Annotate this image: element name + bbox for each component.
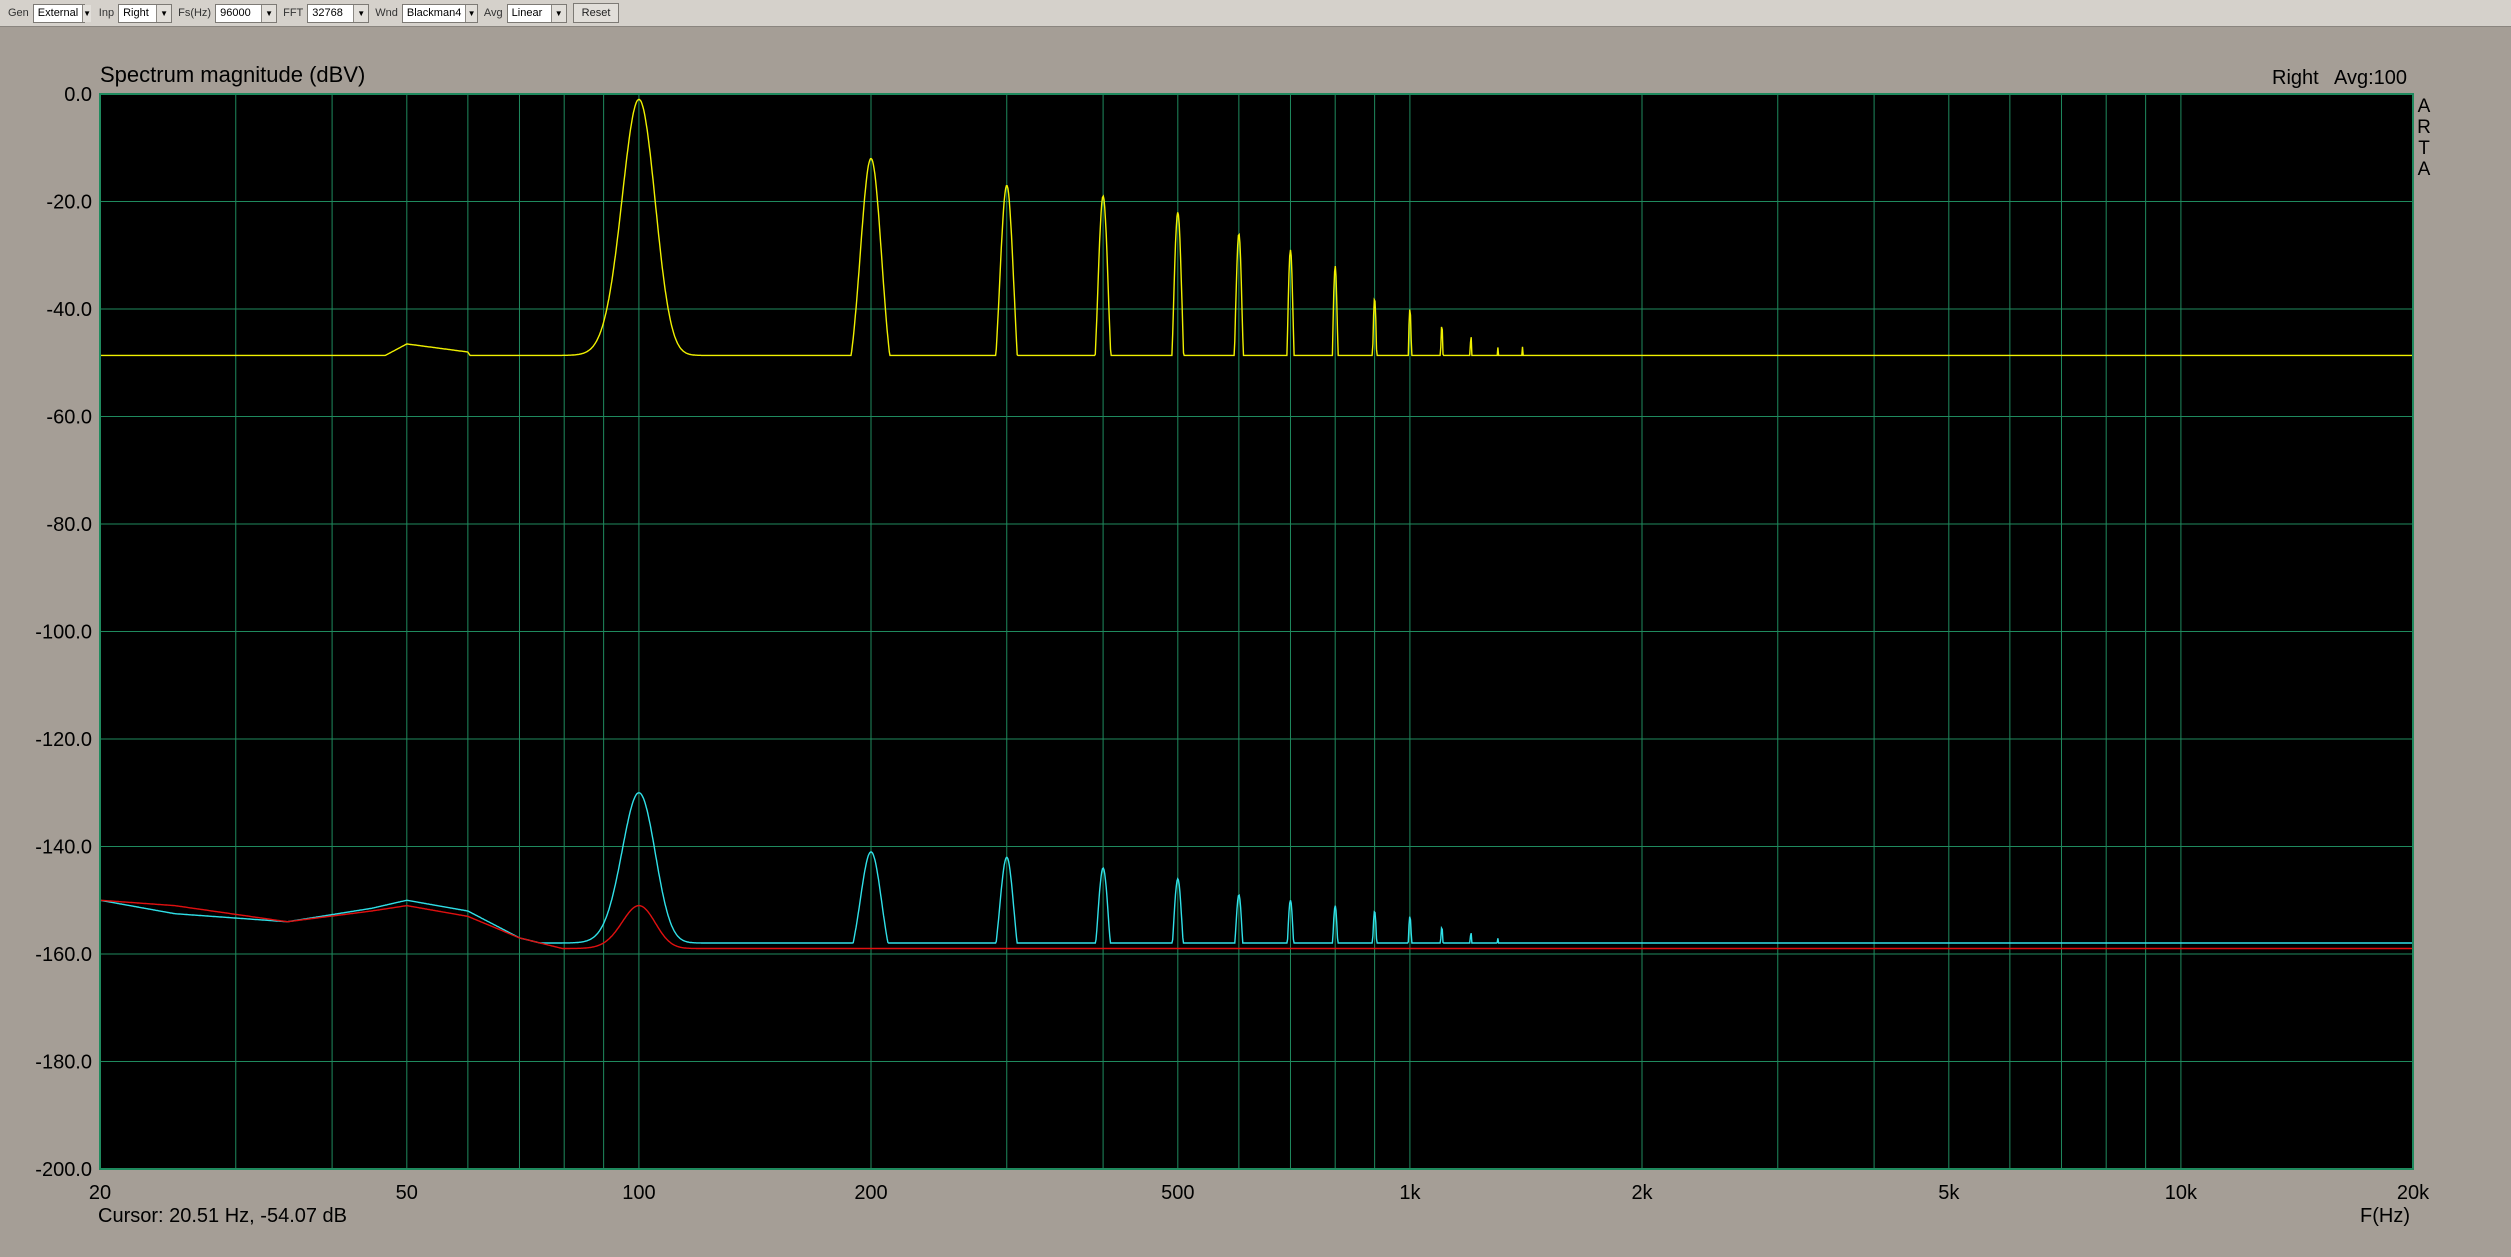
brand-letter-t: T bbox=[2418, 138, 2430, 159]
x-tick-label: 50 bbox=[396, 1182, 418, 1204]
x-tick-label: 5k bbox=[1938, 1182, 1960, 1204]
x-tick-label: 20 bbox=[89, 1182, 111, 1204]
x-tick-label: 1k bbox=[1399, 1182, 1421, 1204]
y-tick-label: -120.0 bbox=[35, 729, 92, 751]
y-tick-label: -160.0 bbox=[35, 944, 92, 966]
x-tick-label: 200 bbox=[854, 1182, 887, 1204]
x-tick-label: 10k bbox=[2165, 1182, 2198, 1204]
x-axis-label: F(Hz) bbox=[2360, 1205, 2410, 1227]
y-tick-label: -180.0 bbox=[35, 1052, 92, 1074]
y-tick-label: 0.0 bbox=[64, 84, 92, 106]
chart-title: Spectrum magnitude (dBV) bbox=[100, 62, 365, 87]
y-tick-label: -100.0 bbox=[35, 622, 92, 644]
arta-brand: A R T A bbox=[2417, 96, 2431, 180]
y-tick-label: -200.0 bbox=[35, 1159, 92, 1181]
y-tick-label: -60.0 bbox=[46, 407, 92, 429]
x-tick-label: 100 bbox=[622, 1182, 655, 1204]
y-tick-label: -140.0 bbox=[35, 837, 92, 859]
brand-letter-r: R bbox=[2417, 117, 2431, 138]
brand-letter-a1: A bbox=[2418, 96, 2431, 117]
y-tick-label: -40.0 bbox=[46, 299, 92, 321]
y-tick-labels: 0.0 -20.0 -40.0 -60.0 -80.0 -100.0 -120.0 -140.… bbox=[35, 84, 92, 1181]
spectrum-chart: Spectrum magnitude (dBV) Right Avg:100 0… bbox=[35, 62, 2431, 1227]
x-tick-label: 500 bbox=[1161, 1182, 1194, 1204]
y-tick-label: -80.0 bbox=[46, 514, 92, 536]
y-tick-label: -20.0 bbox=[46, 192, 92, 214]
cursor-readout: Cursor: 20.51 Hz, -54.07 dB bbox=[98, 1205, 347, 1227]
x-tick-label: 2k bbox=[1631, 1182, 1653, 1204]
brand-letter-a2: A bbox=[2418, 159, 2431, 180]
channel-label: Right bbox=[2272, 67, 2319, 89]
avg-count-label: Avg:100 bbox=[2334, 67, 2407, 89]
x-tick-label: 20k bbox=[2397, 1182, 2430, 1204]
x-tick-labels: 20 50 100 200 500 1k 2k 5k 10k 20k bbox=[89, 1182, 2430, 1204]
